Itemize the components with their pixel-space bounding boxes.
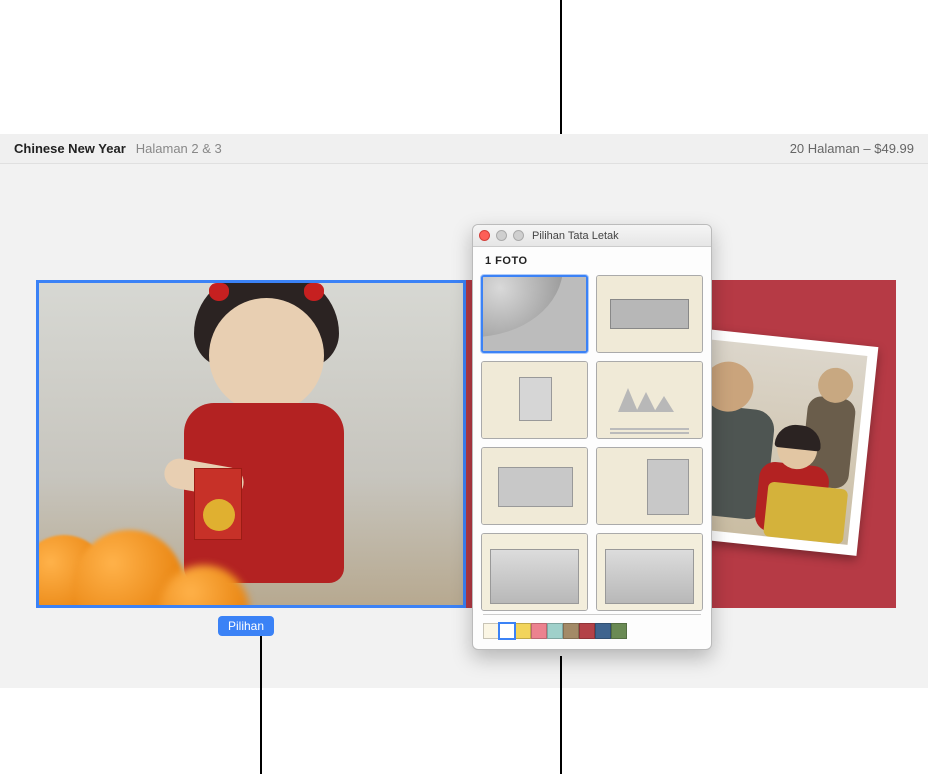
- oranges-foreground: [36, 515, 269, 608]
- editor-canvas: Pilihan Pilihan Tata Letak 1 FOTO: [0, 164, 928, 688]
- window-close-icon[interactable]: [479, 230, 490, 241]
- layout-option-small-center[interactable]: [481, 361, 588, 439]
- callout-line-options-button: [260, 636, 262, 774]
- layout-options-popup: Pilihan Tata Letak 1 FOTO: [472, 224, 712, 650]
- layout-grid: [473, 271, 711, 614]
- options-button[interactable]: Pilihan: [218, 616, 274, 636]
- color-swatch-4[interactable]: [547, 623, 563, 639]
- page-count-price: 20 Halaman – $49.99: [790, 141, 914, 156]
- color-swatch-8[interactable]: [611, 623, 627, 639]
- color-swatch-0[interactable]: [483, 623, 499, 639]
- page-indicator: Halaman 2 & 3: [136, 141, 222, 156]
- layout-option-bridge-right[interactable]: [596, 533, 703, 611]
- color-swatch-7[interactable]: [595, 623, 611, 639]
- layout-option-portrait-right[interactable]: [596, 447, 703, 525]
- window-minimize-icon: [496, 230, 507, 241]
- layout-option-opera-caption[interactable]: [596, 361, 703, 439]
- popup-title: Pilihan Tata Letak: [532, 230, 619, 242]
- color-swatch-6[interactable]: [579, 623, 595, 639]
- background-color-row: [473, 615, 711, 649]
- callout-line-color-row: [560, 656, 562, 774]
- layout-option-full-bleed[interactable]: [481, 275, 588, 353]
- popup-titlebar[interactable]: Pilihan Tata Letak: [473, 225, 711, 247]
- color-swatch-5[interactable]: [563, 623, 579, 639]
- callout-line-top: [560, 0, 562, 134]
- section-label-photo-count: 1 FOTO: [473, 247, 711, 271]
- photo-detail-box: [763, 481, 848, 544]
- editor-header: Chinese New Year Halaman 2 & 3 20 Halama…: [0, 134, 928, 164]
- bottom-whitespace: [0, 688, 928, 774]
- layout-option-horse-wide[interactable]: [481, 447, 588, 525]
- layout-option-bridge-left[interactable]: [481, 533, 588, 611]
- color-swatch-1[interactable]: [499, 623, 515, 639]
- book-page-left[interactable]: [36, 280, 466, 608]
- color-swatch-3[interactable]: [531, 623, 547, 639]
- window-zoom-icon: [513, 230, 524, 241]
- project-title: Chinese New Year: [14, 141, 126, 156]
- color-swatch-2[interactable]: [515, 623, 531, 639]
- layout-option-panorama[interactable]: [596, 275, 703, 353]
